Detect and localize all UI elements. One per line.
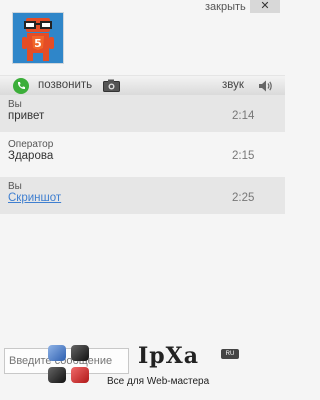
phone-icon[interactable] [13, 78, 29, 94]
message-item: Оператор Здарова 2:15 [0, 135, 285, 172]
message-author: Вы [8, 181, 22, 192]
call-button[interactable]: позвонить [38, 79, 92, 91]
watermark-subtitle: Все для Web-мастера [107, 376, 210, 387]
message-item: Вы привет 2:14 [0, 95, 285, 132]
message-time: 2:25 [232, 192, 255, 204]
message-author: Оператор [8, 139, 54, 150]
html5-robot-icon: 5 [13, 13, 63, 63]
message-input[interactable] [4, 348, 129, 374]
call-toolbar: позвонить звук [0, 75, 285, 97]
message-time: 2:15 [232, 150, 255, 162]
message-time: 2:14 [232, 110, 255, 122]
close-link[interactable]: закрыть [205, 1, 246, 13]
speaker-icon[interactable] [258, 79, 273, 93]
sound-label: звук [222, 79, 244, 91]
svg-text:5: 5 [34, 37, 42, 50]
message-text: Здарова [8, 150, 54, 162]
watermark-title: IpXa [138, 343, 199, 369]
logo-cube-black [71, 345, 89, 361]
close-icon: ✕ [260, 0, 270, 12]
message-list[interactable]: Вы привет 2:14 Оператор Здарова 2:15 Вы … [0, 95, 285, 345]
logo-cube-red [71, 367, 89, 383]
logo-cube-blue [48, 345, 66, 361]
message-author: Вы [8, 99, 22, 110]
camera-icon[interactable] [103, 79, 120, 92]
screenshot-link[interactable]: Скриншот [8, 192, 61, 204]
operator-avatar: 5 [12, 12, 64, 64]
message-item: Вы Скриншот 2:25 [0, 177, 285, 214]
close-button[interactable]: ✕ [250, 0, 280, 13]
logo-cube-black [48, 367, 66, 383]
watermark-badge: RU [221, 349, 239, 359]
message-text: привет [8, 110, 45, 122]
chat-header: 5 закрыть ✕ [0, 0, 285, 75]
